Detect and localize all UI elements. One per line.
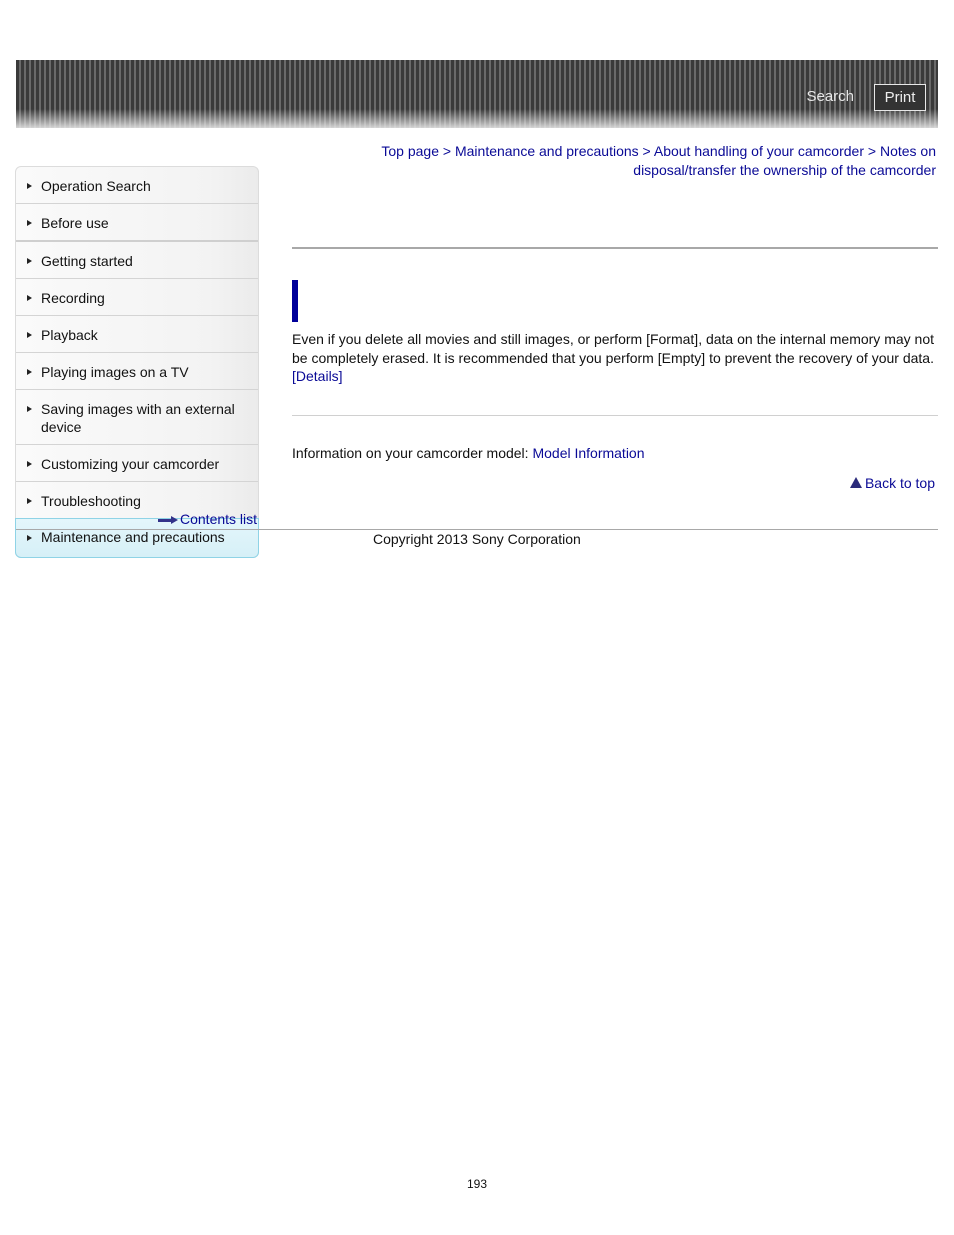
notice-paragraph: Even if you delete all movies and still … xyxy=(292,330,934,386)
triangle-right-icon xyxy=(27,369,32,375)
sidebar-item-playing-images-tv[interactable]: Playing images on a TV xyxy=(16,353,258,390)
footer-divider xyxy=(16,529,938,530)
breadcrumb-top-page[interactable]: Top page xyxy=(381,143,439,159)
model-info-prefix: Information on your camcorder model: xyxy=(292,445,529,461)
sidebar-item-saving-images[interactable]: Saving images with an external device xyxy=(16,390,258,445)
sidebar-item-label: Playback xyxy=(41,327,98,343)
back-to-top-link[interactable]: Back to top xyxy=(849,475,935,491)
triangle-right-icon xyxy=(27,183,32,189)
sidebar-item-label: Maintenance and precautions xyxy=(41,529,225,545)
triangle-right-icon xyxy=(27,220,32,226)
triangle-up-icon xyxy=(849,477,862,488)
copyright-text: Copyright 2013 Sony Corporation xyxy=(373,531,581,547)
sidebar-item-label: Customizing your camcorder xyxy=(41,456,220,472)
sidebar-item-label: Saving images with an external device xyxy=(41,401,235,435)
divider xyxy=(292,247,938,249)
sidebar-item-label: Before use xyxy=(41,215,109,231)
sidebar-item-recording[interactable]: Recording xyxy=(16,279,258,316)
breadcrumb-separator: > xyxy=(442,143,452,159)
details-link[interactable]: [Details] xyxy=(292,368,343,384)
model-information-link[interactable]: Model Information xyxy=(532,445,644,461)
print-button[interactable]: Print xyxy=(874,84,926,111)
search-link[interactable]: Search xyxy=(806,88,854,105)
sidebar-item-getting-started[interactable]: Getting started xyxy=(16,242,258,279)
sidebar-item-playback[interactable]: Playback xyxy=(16,316,258,353)
sidebar-item-label: Getting started xyxy=(41,253,133,269)
sidebar-item-label: Recording xyxy=(41,290,105,306)
sidebar-item-label: Troubleshooting xyxy=(41,493,141,509)
model-info-line: Information on your camcorder model: Mod… xyxy=(292,445,645,461)
triangle-right-icon xyxy=(27,406,32,412)
sidebar-item-operation-search[interactable]: Operation Search xyxy=(16,167,258,204)
sidebar-nav: Operation Search Before use Getting star… xyxy=(15,166,259,558)
arrow-right-icon xyxy=(158,516,178,525)
triangle-right-icon xyxy=(27,332,32,338)
sidebar-item-before-use[interactable]: Before use xyxy=(16,204,258,242)
divider xyxy=(292,415,938,416)
sidebar-item-customizing[interactable]: Customizing your camcorder xyxy=(16,445,258,482)
header-bar: Search Print xyxy=(16,60,938,128)
contents-list-link[interactable]: Contents list xyxy=(158,511,257,527)
breadcrumb-separator: > xyxy=(867,143,877,159)
triangle-right-icon xyxy=(27,461,32,467)
triangle-right-icon xyxy=(27,295,32,301)
notice-text: Even if you delete all movies and still … xyxy=(292,331,934,366)
triangle-right-icon xyxy=(27,498,32,504)
sidebar-item-label: Operation Search xyxy=(41,178,151,194)
title-accent-bar xyxy=(292,280,298,322)
triangle-right-icon xyxy=(27,258,32,264)
sidebar-item-label: Playing images on a TV xyxy=(41,364,189,380)
breadcrumb-about-handling[interactable]: About handling of your camcorder xyxy=(654,143,864,159)
breadcrumb-separator: > xyxy=(642,143,651,159)
contents-list-label: Contents list xyxy=(180,511,258,527)
back-to-top-label: Back to top xyxy=(864,475,935,491)
breadcrumb-maintenance[interactable]: Maintenance and precautions xyxy=(455,143,639,159)
triangle-right-icon xyxy=(27,535,32,541)
page-number: 193 xyxy=(466,1177,488,1191)
breadcrumb: Top page > Maintenance and precautions >… xyxy=(292,142,936,180)
